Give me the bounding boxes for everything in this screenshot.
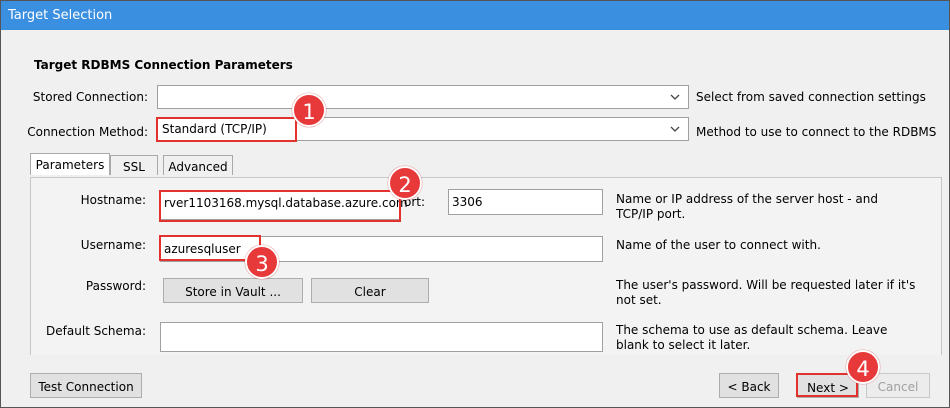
default-schema-description-line2: blank to select it later.	[616, 338, 751, 352]
password-description: The user's password. Will be requested l…	[616, 278, 915, 308]
callout-badge-3: 3	[245, 245, 279, 279]
default-schema-description-line1: The schema to use as default schema. Lea…	[616, 323, 888, 337]
test-connection-label: Test Connection	[38, 380, 134, 394]
username-label: Username:	[80, 238, 146, 252]
default-schema-label: Default Schema:	[46, 324, 146, 338]
port-value: 3306	[452, 195, 483, 209]
clear-password-button[interactable]: Clear	[311, 278, 429, 303]
hostname-description-line1: Name or IP address of the server host - …	[616, 192, 878, 206]
back-button[interactable]: < Back	[719, 373, 779, 398]
username-description: Name of the user to connect with.	[616, 238, 821, 252]
store-in-vault-label: Store in Vault ...	[185, 285, 281, 299]
callout-badge-4: 4	[846, 350, 880, 384]
tab-ssl-label: SSL	[123, 160, 145, 174]
stored-connection-label: Stored Connection:	[32, 90, 148, 104]
window-title: Target Selection	[8, 8, 113, 23]
hostname-label: Hostname:	[80, 193, 146, 207]
password-description-line1: The user's password. Will be requested l…	[616, 278, 916, 292]
default-schema-input[interactable]	[160, 322, 603, 352]
callout-badge-1: 1	[292, 93, 326, 127]
tab-parameters[interactable]: Parameters	[30, 153, 110, 175]
password-description-line2: not set.	[616, 293, 662, 307]
tab-advanced[interactable]: Advanced	[163, 155, 233, 175]
tab-advanced-label: Advanced	[168, 160, 228, 174]
chevron-down-icon	[670, 94, 680, 100]
default-schema-description: The schema to use as default schema. Lea…	[616, 323, 887, 353]
hostname-description: Name or IP address of the server host - …	[616, 192, 878, 222]
title-bar: Target Selection	[1, 1, 949, 30]
section-heading: Target RDBMS Connection Parameters	[34, 58, 293, 72]
stored-connection-select[interactable]	[157, 85, 689, 109]
stored-connection-description: Select from saved connection settings	[696, 90, 926, 104]
connection-method-description: Method to use to connect to the RDBMS	[696, 125, 937, 139]
password-label: Password:	[85, 279, 146, 293]
highlight-connection-method	[156, 117, 297, 142]
test-connection-button[interactable]: Test Connection	[30, 373, 142, 398]
tab-ssl[interactable]: SSL	[110, 155, 158, 175]
hostname-description-line2: TCP/IP port.	[616, 207, 686, 221]
store-in-vault-button[interactable]: Store in Vault ...	[163, 278, 303, 303]
highlight-hostname	[159, 190, 401, 222]
tab-parameters-label: Parameters	[35, 158, 105, 172]
port-input[interactable]: 3306	[448, 189, 603, 215]
connection-method-label: Connection Method:	[27, 125, 148, 139]
clear-password-label: Clear	[354, 285, 386, 299]
chevron-down-icon	[670, 126, 680, 132]
cancel-label: Cancel	[877, 380, 919, 394]
callout-badge-2: 2	[388, 166, 422, 200]
back-label: < Back	[727, 380, 771, 394]
